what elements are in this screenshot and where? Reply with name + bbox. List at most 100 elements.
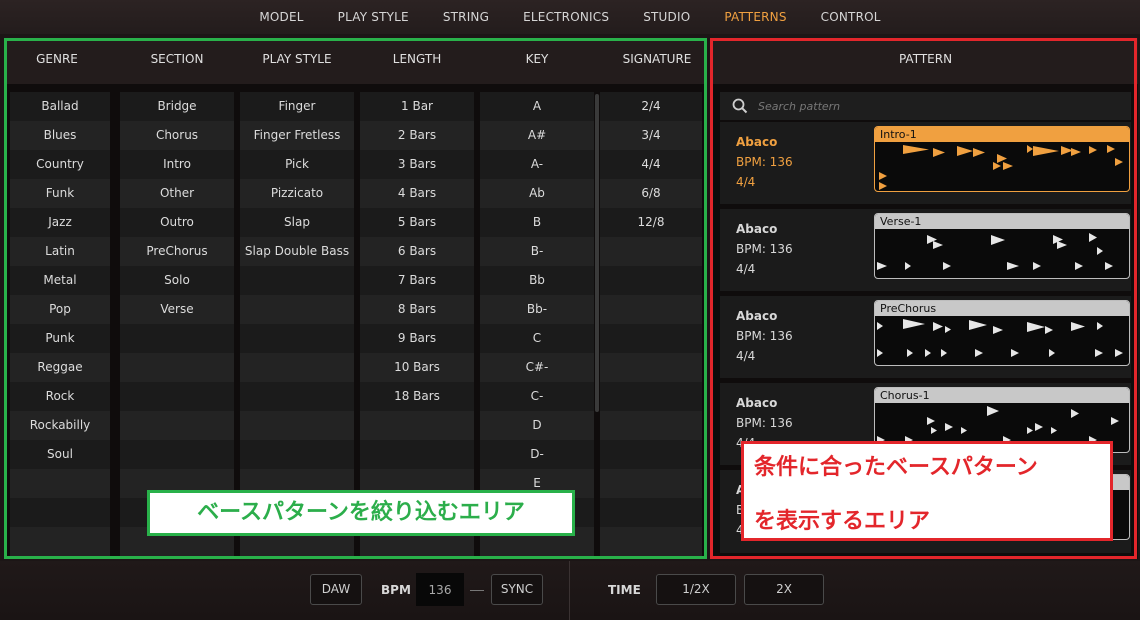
filter-option[interactable]: C	[480, 324, 594, 353]
filter-option[interactable]: 18 Bars	[360, 382, 474, 411]
note-shape	[1045, 326, 1053, 334]
note-shape	[943, 262, 951, 270]
pattern-preview[interactable]: Verse-1	[874, 213, 1130, 279]
filter-option[interactable]: 12/8	[600, 208, 702, 237]
pattern-bpm: BPM: 136	[736, 155, 793, 169]
filter-option[interactable]: 1 Bar	[360, 92, 474, 121]
filter-empty-row	[600, 411, 702, 440]
filter-option[interactable]: B	[480, 208, 594, 237]
filter-option[interactable]: Slap Double Bass	[240, 237, 354, 266]
filter-header-bar: GENRE SECTION PLAY STYLE LENGTH KEY SIGNATURE	[4, 38, 707, 84]
filter-option[interactable]: 2 Bars	[360, 121, 474, 150]
filter-option[interactable]: C-	[480, 382, 594, 411]
note-shape	[925, 349, 931, 357]
filter-option[interactable]: Verse	[120, 295, 234, 324]
double-time-button[interactable]: 2X	[744, 574, 824, 605]
pattern-preview[interactable]: PreChorus	[874, 300, 1130, 366]
filter-option[interactable]: 8 Bars	[360, 295, 474, 324]
pattern-card[interactable]: Abaco BPM: 136 4/4 Verse-1	[720, 209, 1131, 291]
filter-option[interactable]: Reggae	[10, 353, 110, 382]
filter-option[interactable]: D-	[480, 440, 594, 469]
pattern-card[interactable]: Abaco BPM: 136 4/4 Intro-1	[720, 122, 1131, 204]
filter-option[interactable]: 3/4	[600, 121, 702, 150]
nav-tab-string[interactable]: STRING	[426, 0, 506, 34]
filter-option[interactable]: 7 Bars	[360, 266, 474, 295]
sync-button[interactable]: SYNC	[491, 574, 543, 605]
note-shape	[933, 241, 943, 249]
nav-tab-control[interactable]: CONTROL	[804, 0, 898, 34]
filter-empty-row	[600, 295, 702, 324]
filter-option[interactable]: Pizzicato	[240, 179, 354, 208]
filter-option[interactable]: Punk	[10, 324, 110, 353]
pattern-name: Abaco	[736, 309, 778, 323]
filter-option[interactable]: Bridge	[120, 92, 234, 121]
filter-option[interactable]: 10 Bars	[360, 353, 474, 382]
filter-column-genre: Ballad Blues Country Funk Jazz Latin Metal Pop P…	[10, 92, 110, 556]
filter-option[interactable]: Bb-	[480, 295, 594, 324]
nav-tab-studio[interactable]: STUDIO	[626, 0, 707, 34]
filter-option[interactable]: 2/4	[600, 92, 702, 121]
note-shape	[975, 349, 983, 357]
filter-option[interactable]: A-	[480, 150, 594, 179]
half-time-button[interactable]: 1/2X	[656, 574, 736, 605]
filter-option[interactable]: D	[480, 411, 594, 440]
filter-option[interactable]: 3 Bars	[360, 150, 474, 179]
filter-option[interactable]: Ballad	[10, 92, 110, 121]
filter-option[interactable]: Metal	[10, 266, 110, 295]
filter-empty-row	[120, 353, 234, 382]
filter-option[interactable]: Rock	[10, 382, 110, 411]
filter-option[interactable]: Outro	[120, 208, 234, 237]
nav-tab-electronics[interactable]: ELECTRONICS	[506, 0, 626, 34]
filter-option[interactable]: 4 Bars	[360, 179, 474, 208]
filter-option[interactable]: A	[480, 92, 594, 121]
filter-option[interactable]: A#	[480, 121, 594, 150]
pattern-card[interactable]: Abaco BPM: 136 4/4 PreChorus	[720, 296, 1131, 378]
key-column-scrollbar[interactable]	[595, 94, 599, 412]
filter-option[interactable]: Soul	[10, 440, 110, 469]
nav-tab-patterns[interactable]: PATTERNS	[707, 0, 803, 34]
pattern-preview[interactable]: Intro-1	[874, 126, 1130, 192]
daw-button[interactable]: DAW	[310, 574, 362, 605]
filter-option[interactable]: Pick	[240, 150, 354, 179]
filter-option[interactable]: Rockabilly	[10, 411, 110, 440]
filter-option[interactable]: Ab	[480, 179, 594, 208]
note-shape	[877, 262, 887, 270]
pattern-search[interactable]	[720, 92, 1131, 120]
filter-empty-row	[240, 295, 354, 324]
filter-option[interactable]: Blues	[10, 121, 110, 150]
filter-option[interactable]: 4/4	[600, 150, 702, 179]
column-header-play-style: PLAY STYLE	[262, 52, 332, 66]
pattern-search-input[interactable]	[758, 99, 1118, 113]
filter-option[interactable]: Finger	[240, 92, 354, 121]
filter-option[interactable]: Finger Fretless	[240, 121, 354, 150]
filter-option[interactable]: 5 Bars	[360, 208, 474, 237]
filter-option[interactable]: Intro	[120, 150, 234, 179]
filter-empty-row	[600, 266, 702, 295]
pattern-signature: 4/4	[736, 175, 756, 189]
filter-area-callout: ベースパターンを絞り込むエリア	[147, 490, 575, 536]
bpm-input[interactable]	[416, 573, 464, 606]
filter-option[interactable]: Country	[10, 150, 110, 179]
column-header-length: LENGTH	[392, 52, 442, 66]
note-shape	[1107, 145, 1115, 153]
nav-tab-play-style[interactable]: PLAY STYLE	[321, 0, 426, 34]
filter-option[interactable]: Pop	[10, 295, 110, 324]
filter-option[interactable]: Bb	[480, 266, 594, 295]
filter-option[interactable]: Funk	[10, 179, 110, 208]
filter-option[interactable]: Solo	[120, 266, 234, 295]
filter-option[interactable]: PreChorus	[120, 237, 234, 266]
filter-option[interactable]: Other	[120, 179, 234, 208]
nav-tab-model[interactable]: MODEL	[242, 0, 320, 34]
filter-option[interactable]: 9 Bars	[360, 324, 474, 353]
filter-option[interactable]: Latin	[10, 237, 110, 266]
filter-option[interactable]: 6/8	[600, 179, 702, 208]
pattern-name: Abaco	[736, 222, 778, 236]
filter-option[interactable]: 6 Bars	[360, 237, 474, 266]
filter-column-signature: 2/4 3/4 4/4 6/8 12/8	[600, 92, 702, 556]
filter-option[interactable]: Slap	[240, 208, 354, 237]
filter-empty-row	[600, 324, 702, 353]
filter-option[interactable]: Jazz	[10, 208, 110, 237]
filter-option[interactable]: Chorus	[120, 121, 234, 150]
filter-option[interactable]: B-	[480, 237, 594, 266]
filter-option[interactable]: C#-	[480, 353, 594, 382]
